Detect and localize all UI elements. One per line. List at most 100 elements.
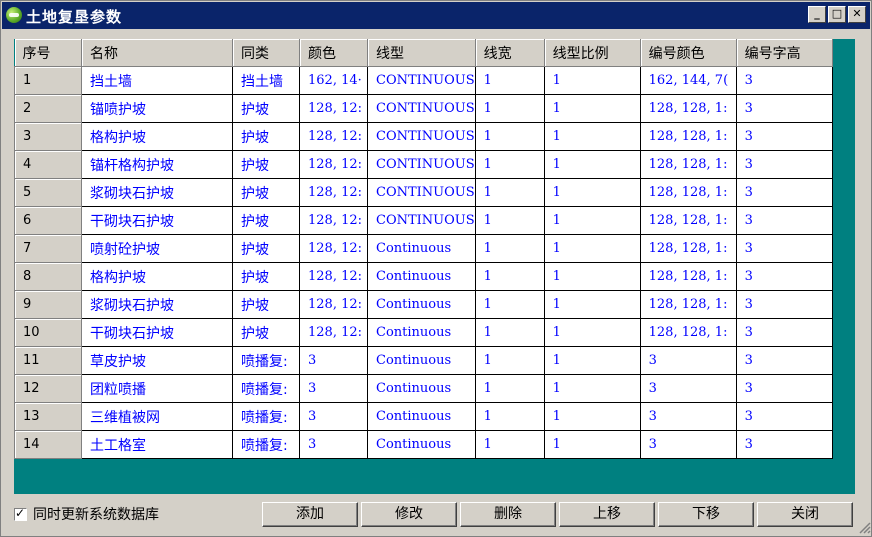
table-cell[interactable]: 128, 128, 1: — [639, 178, 737, 207]
column-header[interactable]: 名称 — [81, 39, 233, 67]
table-cell[interactable]: 挡土墙 — [81, 66, 233, 95]
table-cell[interactable]: 护坡 — [232, 150, 300, 179]
table-cell[interactable]: 1 — [474, 206, 545, 235]
table-cell[interactable]: 干砌块石护坡 — [81, 318, 233, 347]
table-cell[interactable]: 三维植被网 — [81, 402, 233, 431]
table-cell[interactable]: 3 — [735, 150, 833, 179]
table-row[interactable]: 13 三维植被网 喷播复: 3 Continuous 1 1 3 3 — [14, 402, 833, 431]
table-cell[interactable]: 3 — [735, 402, 833, 431]
table-cell[interactable]: 喷播复: — [232, 430, 300, 459]
row-number-cell[interactable]: 9 — [14, 290, 82, 319]
table-cell[interactable]: Continuous — [367, 430, 476, 459]
table-cell[interactable]: 挡土墙 — [232, 66, 300, 95]
table-cell[interactable]: 3 — [639, 374, 737, 403]
table-cell[interactable]: Continuous — [367, 374, 476, 403]
table-cell[interactable]: 3 — [735, 94, 833, 123]
row-number-cell[interactable]: 8 — [14, 262, 82, 291]
table-cell[interactable]: 3 — [735, 234, 833, 263]
table-cell[interactable]: 护坡 — [232, 206, 300, 235]
row-number-cell[interactable]: 10 — [14, 318, 82, 347]
table-cell[interactable]: 3 — [735, 262, 833, 291]
column-header[interactable]: 线宽 — [475, 39, 545, 67]
table-cell[interactable]: 1 — [543, 318, 641, 347]
column-header[interactable]: 编号颜色 — [640, 39, 737, 67]
row-number-cell[interactable]: 7 — [14, 234, 82, 263]
table-cell[interactable]: 1 — [543, 122, 641, 151]
table-cell[interactable]: 1 — [543, 206, 641, 235]
delete-button[interactable]: 删除 — [460, 502, 556, 527]
table-cell[interactable]: 护坡 — [232, 122, 300, 151]
table-cell[interactable]: Continuous — [367, 402, 476, 431]
table-cell[interactable]: 3 — [735, 430, 833, 459]
table-cell[interactable]: Continuous — [367, 234, 476, 263]
table-cell[interactable]: 浆砌块石护坡 — [81, 290, 233, 319]
table-cell[interactable]: CONTINUOUS — [367, 94, 476, 123]
table-cell[interactable]: 1 — [474, 122, 545, 151]
table-row[interactable]: 1 挡土墙 挡土墙 162, 14· CONTINUOUS 1 1 162, 144, 7(3 — [14, 66, 833, 95]
table-cell[interactable]: 128, 12: — [299, 122, 368, 151]
row-number-cell[interactable]: 1 — [14, 66, 82, 95]
table-cell[interactable]: 3 — [299, 430, 368, 459]
table-cell[interactable]: 128, 128, 1: — [639, 318, 737, 347]
table-cell[interactable]: 128, 12: — [299, 318, 368, 347]
table-cell[interactable]: 162, 14· — [299, 66, 368, 95]
table-cell[interactable]: Continuous — [367, 318, 476, 347]
table-cell[interactable]: 128, 12: — [299, 150, 368, 179]
table-cell[interactable]: 1 — [474, 262, 545, 291]
table-cell[interactable]: 1 — [543, 430, 641, 459]
row-number-cell[interactable]: 13 — [14, 402, 82, 431]
table-cell[interactable]: 锚杆格构护坡 — [81, 150, 233, 179]
table-cell[interactable]: 格构护坡 — [81, 262, 233, 291]
table-row[interactable]: 2 锚喷护坡 护坡 128, 12: CONTINUOUS 1 1 128, 128, 1: 3 — [14, 94, 833, 123]
edit-button[interactable]: 修改 — [361, 502, 457, 527]
move-up-button[interactable]: 上移 — [559, 502, 655, 527]
table-cell[interactable]: 1 — [474, 318, 545, 347]
table-cell[interactable]: 护坡 — [232, 94, 300, 123]
table-cell[interactable]: 1 — [474, 402, 545, 431]
table-cell[interactable]: 128, 128, 1: — [639, 94, 737, 123]
table-cell[interactable]: 1 — [474, 346, 545, 375]
move-down-button[interactable]: 下移 — [658, 502, 754, 527]
table-cell[interactable]: 喷播复: — [232, 374, 300, 403]
close-button[interactable]: 关闭 — [757, 502, 853, 527]
table-cell[interactable]: 162, 144, 7( — [639, 66, 737, 95]
table-cell[interactable]: 1 — [474, 178, 545, 207]
column-header[interactable]: 序号 — [14, 39, 82, 67]
table-row[interactable]: 3 格构护坡 护坡 128, 12: CONTINUOUS 1 1 128, 128, 1: 3 — [14, 122, 833, 151]
table-row[interactable]: 6 干砌块石护坡 护坡 128, 12: CONTINUOUS 1 1 128, 128, 1… — [14, 206, 833, 235]
table-cell[interactable]: CONTINUOUS — [367, 122, 476, 151]
table-cell[interactable]: 1 — [543, 262, 641, 291]
table-cell[interactable]: 草皮护坡 — [81, 346, 233, 375]
table-cell[interactable]: 3 — [735, 318, 833, 347]
table-cell[interactable]: 喷播复: — [232, 346, 300, 375]
table-cell[interactable]: 护坡 — [232, 290, 300, 319]
table-cell[interactable]: 3 — [639, 402, 737, 431]
table-cell[interactable]: 浆砌块石护坡 — [81, 178, 233, 207]
table-cell[interactable]: 团粒喷播 — [81, 374, 233, 403]
table-cell[interactable]: 土工格室 — [81, 430, 233, 459]
close-icon[interactable]: ✕ — [848, 6, 866, 23]
table-cell[interactable]: Continuous — [367, 290, 476, 319]
row-number-cell[interactable]: 6 — [14, 206, 82, 235]
table-cell[interactable]: 128, 12: — [299, 262, 368, 291]
table-cell[interactable]: CONTINUOUS — [367, 150, 476, 179]
table-cell[interactable]: 1 — [543, 94, 641, 123]
table-cell[interactable]: 1 — [474, 94, 545, 123]
update-db-checkbox[interactable] — [14, 506, 27, 521]
minimize-icon[interactable]: _ — [808, 6, 826, 23]
table-cell[interactable]: 1 — [543, 374, 641, 403]
table-cell[interactable]: 3 — [735, 178, 833, 207]
data-grid[interactable]: 序号 名称 同类 颜色 线型 线宽 线型比例 编号颜色 编号字高 1 挡土墙 挡土墙 162, 14·… — [14, 39, 855, 494]
table-cell[interactable]: 128, 128, 1: — [639, 206, 737, 235]
table-row[interactable]: 7 喷射砼护坡 护坡 128, 12: Continuous 1 1 128, 128, 1:… — [14, 234, 833, 263]
table-cell[interactable]: 喷射砼护坡 — [81, 234, 233, 263]
table-cell[interactable]: 干砌块石护坡 — [81, 206, 233, 235]
row-number-cell[interactable]: 14 — [14, 430, 82, 459]
table-cell[interactable]: 3 — [639, 430, 737, 459]
table-cell[interactable]: 128, 128, 1: — [639, 234, 737, 263]
table-cell[interactable]: 1 — [474, 290, 545, 319]
table-cell[interactable]: 3 — [735, 290, 833, 319]
table-row[interactable]: 5 浆砌块石护坡 护坡 128, 12: CONTINUOUS 1 1 128, 128, 1… — [14, 178, 833, 207]
table-cell[interactable]: CONTINUOUS — [367, 66, 476, 95]
table-cell[interactable]: 3 — [299, 402, 368, 431]
